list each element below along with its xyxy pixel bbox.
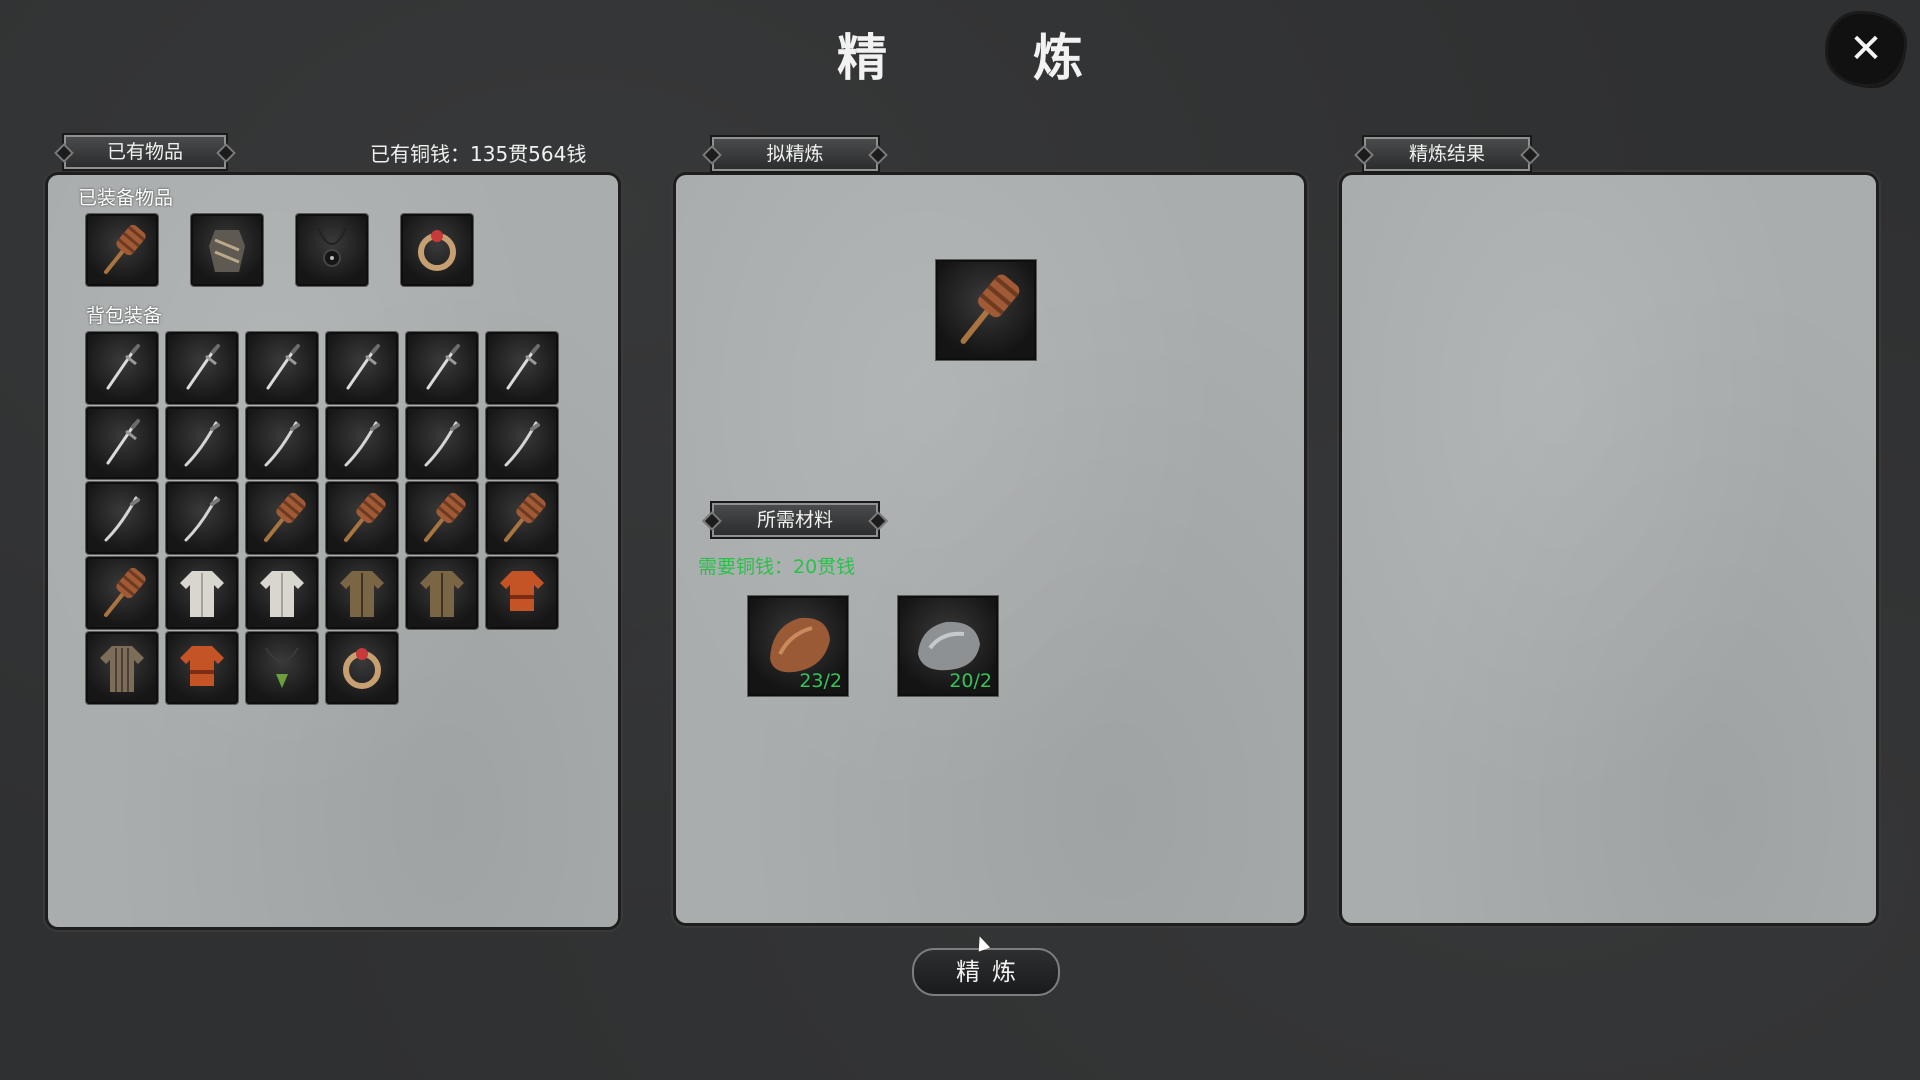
bag-slot[interactable] bbox=[166, 332, 238, 404]
robe-brown-icon bbox=[408, 559, 476, 627]
sword-icon bbox=[488, 334, 556, 402]
bag-slot[interactable] bbox=[166, 632, 238, 704]
equipped-slot[interactable] bbox=[191, 214, 263, 286]
equipped-slot[interactable] bbox=[86, 214, 158, 286]
bag-slot[interactable] bbox=[486, 482, 558, 554]
robe-red-icon bbox=[168, 634, 236, 702]
bag-slot[interactable] bbox=[86, 632, 158, 704]
money-display: 已有铜钱：135贯564钱 bbox=[370, 142, 587, 166]
bag-slot[interactable] bbox=[166, 407, 238, 479]
saber-icon bbox=[328, 409, 396, 477]
material-slot-iron[interactable]: 20/2 bbox=[898, 596, 998, 696]
hammer-icon bbox=[488, 484, 556, 552]
bag-slot[interactable] bbox=[326, 632, 398, 704]
bag-section-label: 背包装备 bbox=[86, 305, 163, 327]
material-slot-copper[interactable]: 23/2 bbox=[748, 596, 848, 696]
cost-text: 需要铜钱：20贯钱 bbox=[698, 556, 856, 578]
necklace-green-icon bbox=[248, 634, 316, 702]
ring-icon bbox=[403, 216, 471, 284]
amulet-icon bbox=[298, 216, 366, 284]
hammer-icon bbox=[88, 559, 156, 627]
sword-icon bbox=[168, 334, 236, 402]
equipped-slot[interactable] bbox=[296, 214, 368, 286]
material-quantity: 23/2 bbox=[799, 670, 842, 692]
sword-icon bbox=[248, 334, 316, 402]
refine-button[interactable]: 精炼 bbox=[912, 948, 1060, 996]
robe-striped-icon bbox=[88, 634, 156, 702]
hammer-icon bbox=[328, 484, 396, 552]
bag-slot[interactable] bbox=[86, 407, 158, 479]
hammer-icon bbox=[88, 216, 156, 284]
bag-slot[interactable] bbox=[326, 407, 398, 479]
close-icon: ✕ bbox=[1849, 26, 1883, 72]
saber-icon bbox=[248, 409, 316, 477]
bag-slot[interactable] bbox=[166, 482, 238, 554]
saber-icon bbox=[168, 409, 236, 477]
bag-slot[interactable] bbox=[86, 482, 158, 554]
bag-slot[interactable] bbox=[326, 332, 398, 404]
bag-slot[interactable] bbox=[86, 332, 158, 404]
hammer-icon bbox=[408, 484, 476, 552]
sword-icon bbox=[408, 334, 476, 402]
bag-slot[interactable] bbox=[486, 332, 558, 404]
material-quantity: 20/2 bbox=[949, 670, 992, 692]
result-panel bbox=[1342, 175, 1876, 923]
bag-slot[interactable] bbox=[406, 332, 478, 404]
bag-slot[interactable] bbox=[406, 407, 478, 479]
equipped-slot[interactable] bbox=[401, 214, 473, 286]
bag-slot[interactable] bbox=[246, 632, 318, 704]
ring-icon bbox=[328, 634, 396, 702]
tab-to-refine[interactable]: 拟精炼 bbox=[710, 135, 880, 173]
saber-icon bbox=[88, 484, 156, 552]
hammer-icon bbox=[248, 484, 316, 552]
hammer-icon bbox=[938, 262, 1034, 358]
bag-slot[interactable] bbox=[166, 557, 238, 629]
robe-white-icon bbox=[168, 559, 236, 627]
bag-slot[interactable] bbox=[486, 557, 558, 629]
bag-slot[interactable] bbox=[86, 557, 158, 629]
saber-icon bbox=[488, 409, 556, 477]
armor-icon bbox=[193, 216, 261, 284]
page-title: 精 炼 bbox=[837, 29, 1131, 87]
sword-icon bbox=[88, 334, 156, 402]
sword-icon bbox=[328, 334, 396, 402]
tab-owned-items[interactable]: 已有物品 bbox=[62, 133, 228, 171]
tab-materials[interactable]: 所需材料 bbox=[710, 501, 880, 539]
bag-slot[interactable] bbox=[326, 557, 398, 629]
robe-brown-icon bbox=[328, 559, 396, 627]
bag-slot[interactable] bbox=[246, 482, 318, 554]
bag-slot[interactable] bbox=[326, 482, 398, 554]
bag-slot[interactable] bbox=[406, 482, 478, 554]
bag-slot[interactable] bbox=[246, 557, 318, 629]
saber-icon bbox=[168, 484, 236, 552]
robe-red-icon bbox=[488, 559, 556, 627]
robe-white-icon bbox=[248, 559, 316, 627]
bag-slot[interactable] bbox=[246, 407, 318, 479]
sword-icon bbox=[88, 409, 156, 477]
bag-slot[interactable] bbox=[406, 557, 478, 629]
bag-slot[interactable] bbox=[246, 332, 318, 404]
equipped-section-label: 已装备物品 bbox=[78, 187, 174, 209]
bag-slot[interactable] bbox=[486, 407, 558, 479]
refine-target-slot[interactable] bbox=[936, 260, 1036, 360]
tab-refine-result[interactable]: 精炼结果 bbox=[1362, 135, 1532, 173]
saber-icon bbox=[408, 409, 476, 477]
